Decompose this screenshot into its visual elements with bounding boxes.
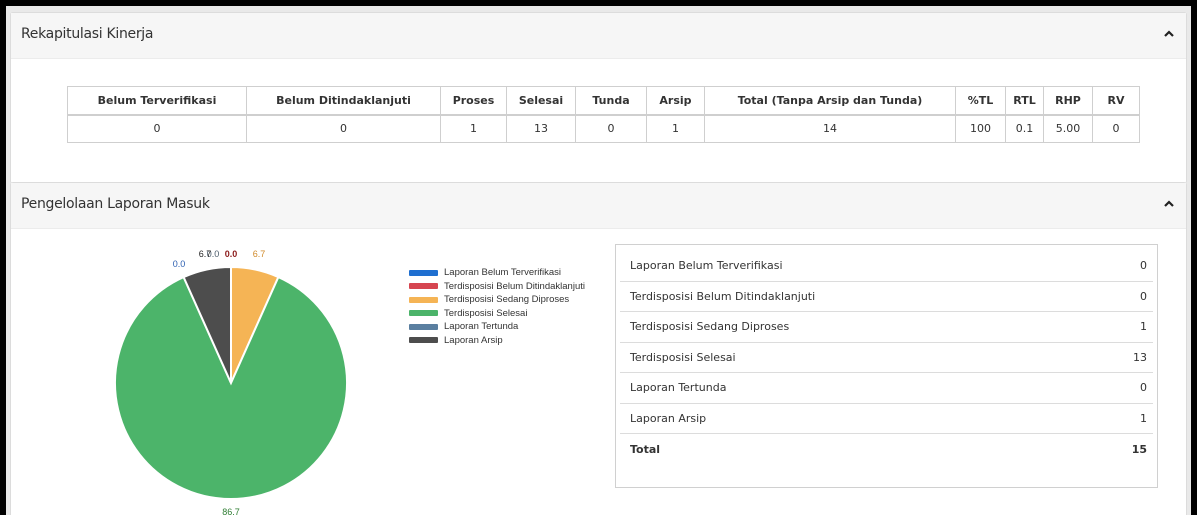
summary-value: 0 (1140, 381, 1147, 395)
legend-label: Terdisposisi Selesai (444, 307, 528, 319)
summary-label: Laporan Belum Terverifikasi (630, 259, 783, 273)
rekap-header-cell: Proses (440, 86, 507, 116)
rekap-value-cell: 0.1 (1005, 114, 1044, 143)
summary-row: Terdisposisi Sedang Diproses 1 (620, 312, 1153, 343)
legend-item[interactable]: Terdisposisi Sedang Diproses (409, 293, 585, 307)
summary-row: Terdisposisi Selesai 13 (620, 343, 1153, 373)
pie-data-label: 0.0 (225, 249, 238, 259)
rekap-header-cell: Tunda (575, 86, 647, 116)
legend-label: Laporan Tertunda (444, 321, 519, 333)
legend-item[interactable]: Terdisposisi Belum Ditindaklanjuti (409, 280, 585, 294)
rekap-header-row: Belum Terverifikasi Belum Ditindaklanjut… (67, 86, 1140, 116)
legend-label: Laporan Belum Terverifikasi (444, 267, 562, 279)
summary-label: Terdisposisi Belum Ditindaklanjuti (630, 289, 816, 303)
legend-swatch (409, 337, 438, 344)
rekap-header-cell: RHP (1043, 86, 1093, 116)
legend-item[interactable]: Laporan Belum Terverifikasi (409, 266, 585, 280)
rekap-header-cell: %TL (955, 86, 1006, 116)
summary-total-value: 15 (1131, 442, 1147, 456)
summary-row: Laporan Belum Terverifikasi 0 (620, 251, 1153, 282)
page-frame: Rekapitulasi Kinerja Belum Terverifikasi… (6, 6, 1191, 515)
summary-value: 0 (1140, 259, 1147, 273)
legend-swatch (409, 323, 438, 330)
legend-label: Terdisposisi Sedang Diproses (444, 294, 570, 306)
rekap-value-cell: 14 (704, 114, 956, 143)
summary-list: Laporan Belum Terverifikasi 0 Terdisposi… (615, 244, 1158, 488)
rekap-panel-header[interactable]: Rekapitulasi Kinerja (11, 13, 1186, 59)
pie-data-label: 6.7 (199, 249, 212, 259)
pie-data-label: 6.7 (253, 249, 266, 259)
legend-swatch (409, 283, 438, 290)
rekap-value-cell: 0 (575, 114, 647, 143)
summary-label: Terdisposisi Selesai (630, 350, 736, 364)
legend-label: Terdisposisi Belum Ditindaklanjuti (444, 280, 585, 292)
pie-data-label: 86.7 (222, 507, 240, 515)
rekap-header-cell: Belum Terverifikasi (67, 86, 247, 116)
summary-total-label: Total (630, 442, 661, 456)
summary-label: Laporan Arsip (630, 411, 707, 425)
legend-label: Laporan Arsip (444, 334, 503, 346)
rekap-panel-title: Rekapitulasi Kinerja (21, 26, 154, 42)
rekap-table: Belum Terverifikasi Belum Ditindaklanjut… (67, 86, 1140, 143)
chevron-up-icon[interactable] (1162, 27, 1176, 41)
summary-value: 1 (1140, 320, 1147, 334)
summary-value: 0 (1140, 289, 1147, 303)
summary-value: 1 (1140, 411, 1147, 425)
summary-label: Terdisposisi Sedang Diproses (630, 320, 790, 334)
rekap-header-cell: Belum Ditindaklanjuti (246, 86, 441, 116)
rekap-value-cell: 0 (67, 114, 247, 143)
legend-swatch (409, 310, 438, 317)
rekap-value-cell: 100 (955, 114, 1006, 143)
summary-total-row: Total 15 (620, 434, 1153, 465)
rekap-header-cell: RTL (1005, 86, 1044, 116)
chevron-up-icon[interactable] (1162, 197, 1176, 211)
summary-row: Laporan Tertunda 0 (620, 373, 1153, 404)
summary-row: Terdisposisi Belum Ditindaklanjuti 0 (620, 282, 1153, 312)
rekap-value-cell: 13 (506, 114, 576, 143)
rekap-value-cell: 1 (646, 114, 705, 143)
rekap-header-cell: Total (Tanpa Arsip dan Tunda) (704, 86, 956, 116)
legend-swatch (409, 296, 438, 303)
rekap-header-cell: Selesai (506, 86, 576, 116)
rekap-header-cell: Arsip (646, 86, 705, 116)
summary-value: 13 (1133, 350, 1147, 364)
rekap-panel: Rekapitulasi Kinerja Belum Terverifikasi… (10, 12, 1187, 184)
chart-legend: Laporan Belum Terverifikasi Terdisposisi … (409, 266, 585, 347)
pengelolaan-panel-title: Pengelolaan Laporan Masuk (21, 196, 210, 212)
summary-row: Laporan Arsip 1 (620, 404, 1153, 434)
rekap-value-cell: 0 (246, 114, 441, 143)
rekap-value-cell: 0 (1092, 114, 1140, 143)
legend-swatch (409, 269, 438, 276)
legend-item[interactable]: Terdisposisi Selesai (409, 307, 585, 321)
rekap-header-cell: RV (1092, 86, 1140, 116)
pengelolaan-panel-header[interactable]: Pengelolaan Laporan Masuk (11, 183, 1186, 229)
pie-chart: 0.00.0 6.786.70.06.7 (114, 249, 348, 515)
rekap-value-cell: 1 (440, 114, 507, 143)
legend-item[interactable]: Laporan Tertunda (409, 320, 585, 334)
rekap-value-row: 0 0 1 13 0 1 14 100 0.1 5.00 0 (67, 114, 1140, 143)
pie-data-label: 0.0 (173, 259, 186, 269)
legend-item[interactable]: Laporan Arsip (409, 334, 585, 348)
summary-label: Laporan Tertunda (630, 381, 727, 395)
rekap-value-cell: 5.00 (1043, 114, 1093, 143)
